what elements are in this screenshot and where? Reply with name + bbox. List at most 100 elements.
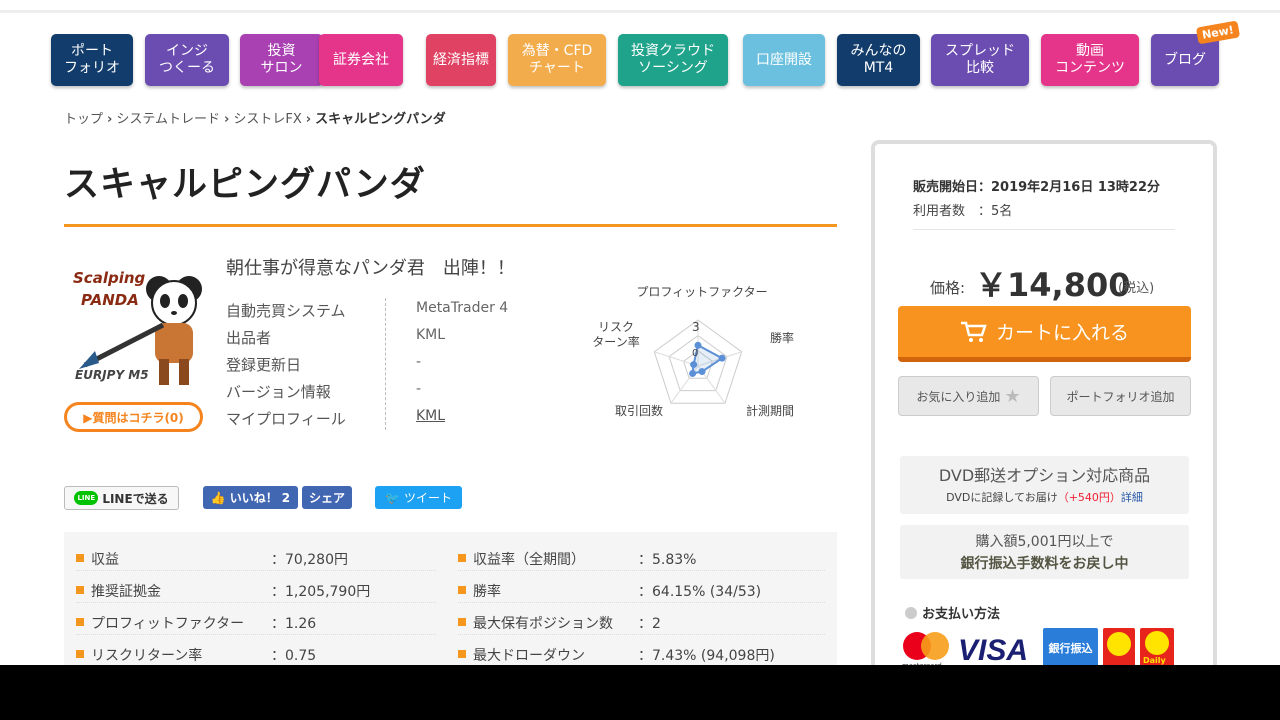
twitter-bird-icon: 🐦 xyxy=(385,490,400,505)
radar-point-3 xyxy=(689,369,697,377)
nav-item-8[interactable]: みんなの MT4 xyxy=(837,34,920,86)
bullet-square-icon xyxy=(458,554,466,562)
product-logo: Scalping PANDA EURJPY M5 xyxy=(65,255,205,395)
dvd-price: （+540円） xyxy=(1057,491,1121,504)
stat-key: 収益率（全期間） xyxy=(473,552,585,568)
stat-value: ：7.43% (94,098円) xyxy=(638,648,775,664)
stat-row: 収益 ：70,280円 xyxy=(76,540,436,572)
breadcrumb-top[interactable]: トップ xyxy=(64,112,103,127)
breadcrumb-systemtrade[interactable]: システムトレード xyxy=(116,112,220,127)
stats-table: 収益 ：70,280円推奨証拠金 ：1,205,790円プロフィットファクター ：1.… xyxy=(64,532,837,665)
stat-value: ：64.15% (34/53) xyxy=(638,584,762,600)
nav-item-6[interactable]: 投資クラウド ソーシング xyxy=(618,34,728,86)
stat-key: 最大ドローダウン xyxy=(473,648,585,664)
mastercard-icon xyxy=(903,632,949,660)
daily-text: Daily xyxy=(1143,656,1166,665)
bullet-square-icon xyxy=(76,618,84,626)
stat-key: 最大保有ポジション数 xyxy=(473,616,613,632)
info-value: - xyxy=(416,381,422,397)
breadcrumb: トップ › システムトレード › シストレFX › スキャルピングパンダ xyxy=(64,112,446,127)
daily-yamazaki-icon-2: Daily xyxy=(1140,628,1174,665)
dvd-detail-link[interactable]: 詳細 xyxy=(1121,491,1143,504)
stat-divider xyxy=(458,634,825,635)
nav-item-2[interactable]: 投資 サロン xyxy=(240,34,323,86)
page-title: スキャルピングパンダ xyxy=(64,165,426,205)
new-badge: New! xyxy=(1195,20,1241,45)
bullet-icon xyxy=(905,606,917,619)
stat-value: ：5.83% xyxy=(638,552,697,568)
nav-item-5[interactable]: 為替・CFD チャート xyxy=(508,34,606,86)
title-underline xyxy=(64,224,837,227)
question-button[interactable]: ▶質問はコチラ(0) xyxy=(64,402,203,432)
radar-point-1 xyxy=(718,354,726,362)
sale-start-date: 販売開始日：2019年2月16日 13時22分 xyxy=(913,180,1161,195)
mastercard-text: mastercard xyxy=(902,662,942,665)
nav-item-10[interactable]: 動画 コンテンツ xyxy=(1041,34,1139,86)
product-info: 自動売買システム MetaTrader 4 出品者 KML 登録更新日 - バージョン… xyxy=(226,296,546,431)
info-row: 出品者 KML xyxy=(226,323,546,350)
facebook-share-button[interactable]: シェア xyxy=(302,486,352,509)
info-key: 登録更新日 xyxy=(226,356,302,374)
stat-value: ：0.75 xyxy=(271,648,317,664)
facebook-like-button[interactable]: 👍 いいね！ 2 xyxy=(203,486,298,509)
nav-item-1[interactable]: インジ つくーる xyxy=(145,34,229,86)
radar-point-2 xyxy=(698,368,706,376)
info-key: 出品者 xyxy=(226,329,272,347)
stat-divider xyxy=(458,570,825,571)
add-portfolio-button[interactable]: ポートフォリオ追加 xyxy=(1050,376,1191,416)
catch-copy: 朝仕事が得意なパンダ君 出陣！！ xyxy=(226,258,515,279)
refund-line-1: 購入額5,001円以上で xyxy=(975,534,1114,550)
page: ポート フォリオ インジ つくーる 投資 サロン 証券会社 経済指標 為替・CFD チャー… xyxy=(0,0,1280,665)
stat-row: リスクリターン率 ：0.75 xyxy=(76,636,436,665)
nav-item-7[interactable]: 口座開設 xyxy=(743,34,825,86)
stat-row: プロフィットファクター ：1.26 xyxy=(76,604,436,636)
add-to-cart-button[interactable]: カートに入れる xyxy=(898,306,1191,362)
radar-scale-max: 3 xyxy=(692,320,700,334)
info-row: バージョン情報 - xyxy=(226,377,546,404)
main-nav: ポート フォリオ インジ つくーる 投資 サロン 証券会社 経済指標 為替・CFD チャー… xyxy=(51,34,1221,86)
star-icon: ★ xyxy=(1004,385,1021,407)
add-favorite-button[interactable]: お気に入り追加 ★ xyxy=(898,376,1039,416)
dvd-title: DVD郵送オプション対応商品 xyxy=(938,466,1151,485)
thumbs-up-icon: 👍 xyxy=(210,490,226,505)
price-label: 価格: xyxy=(930,279,966,297)
stat-key: 推奨証拠金 xyxy=(91,584,161,600)
stat-value: ：1,205,790円 xyxy=(271,584,371,600)
bullet-square-icon xyxy=(458,586,466,594)
stat-value: ：1.26 xyxy=(271,616,317,632)
nav-item-9[interactable]: スプレッド 比較 xyxy=(931,34,1029,86)
refund-line-2: 銀行振込手数料をお戻し中 xyxy=(960,556,1129,572)
sidebar-divider xyxy=(913,229,1175,230)
radar-point-4 xyxy=(690,361,698,369)
radar-plot xyxy=(653,319,743,404)
bank-transfer-icon: 銀行振込 xyxy=(1043,628,1098,665)
info-value: KML xyxy=(416,327,446,343)
stat-key: リスクリターン率 xyxy=(91,648,203,664)
line-share-button[interactable]: LINE LINEで送る xyxy=(64,486,179,510)
line-share-label: LINEで送る xyxy=(102,491,169,506)
stat-key: 勝率 xyxy=(473,584,501,600)
stat-value: ：70,280円 xyxy=(271,552,348,568)
info-row: 登録更新日 - xyxy=(226,350,546,377)
nav-item-0[interactable]: ポート フォリオ xyxy=(51,34,133,86)
stat-key: 収益 xyxy=(91,552,119,568)
dvd-note-line: DVDに記録してお届け（+540円）詳細 xyxy=(900,489,1189,505)
stat-row: 収益率（全期間） ：5.83% xyxy=(458,540,825,572)
stat-divider xyxy=(76,634,436,635)
cart-label: カートに入れる xyxy=(995,322,1129,344)
like-count: 2 xyxy=(281,490,291,505)
tweet-label: ツイート xyxy=(403,491,452,505)
breadcrumb-systrefx[interactable]: シストレFX xyxy=(233,112,301,127)
info-row: マイプロフィール KML xyxy=(226,404,546,431)
stat-row: 推奨証拠金 ：1,205,790円 xyxy=(76,572,436,604)
nav-item-3[interactable]: 証券会社 xyxy=(319,34,403,86)
payment-methods-title: お支払い方法 xyxy=(905,603,1000,622)
stat-row: 最大ドローダウン ：7.43% (94,098円) xyxy=(458,636,825,665)
nav-item-4[interactable]: 経済指標 xyxy=(426,34,496,86)
bullet-square-icon xyxy=(458,618,466,626)
tweet-button[interactable]: 🐦 ツイート xyxy=(375,486,462,509)
info-key: 自動売買システム xyxy=(226,302,346,320)
seller-profile-link[interactable]: KML xyxy=(416,408,445,424)
visa-logo: VISA xyxy=(958,634,1029,665)
dvd-option-box: DVD郵送オプション対応商品 DVDに記録してお届け（+540円）詳細 xyxy=(900,456,1189,514)
